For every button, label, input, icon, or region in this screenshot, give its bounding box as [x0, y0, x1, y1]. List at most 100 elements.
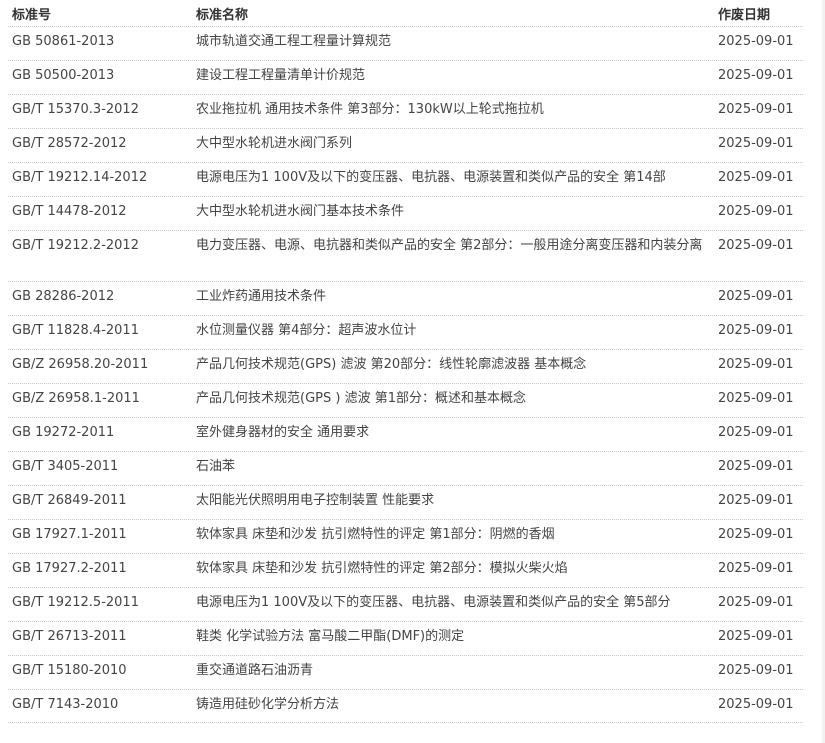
table-row: GB/T 19212.2-2012 电力变压器、电源、电抗器和类似产品的安全 第2… — [8, 230, 803, 281]
standard-name-cell: 重交通道路石油沥青 — [192, 661, 716, 681]
abolish-date: 2025-09-01 — [718, 425, 794, 440]
standard-name-link[interactable]: 铸造用硅砂化学分析方法 — [196, 697, 339, 712]
table-row: GB 50861-2013 城市轨道交通工程工程量计算规范 2025-09-01 — [8, 26, 803, 60]
header-name: 标准名称 — [196, 7, 249, 23]
standard-name-cell: 大中型水轮机进水阀门系列 — [192, 134, 716, 154]
standard-code: GB 19272-2011 — [12, 425, 115, 440]
table-body: GB 50861-2013 城市轨道交通工程工程量计算规范 2025-09-01 GB… — [8, 26, 803, 723]
standard-code: GB/T 19212.14-2012 — [12, 170, 148, 185]
standard-name-link[interactable]: 水位测量仪器 第4部分：超声波水位计 — [196, 323, 416, 338]
standard-name-link[interactable]: 农业拖拉机 通用技术条件 第3部分：130kW以上轮式拖拉机 — [196, 102, 544, 117]
standard-code: GB/T 3405-2011 — [12, 459, 119, 474]
standard-name-cell: 铸造用硅砂化学分析方法 — [192, 695, 716, 715]
table-row: GB/T 15370.3-2012 农业拖拉机 通用技术条件 第3部分：130kW… — [8, 94, 803, 128]
abolish-date: 2025-09-01 — [718, 629, 794, 644]
abolish-date: 2025-09-01 — [718, 459, 794, 474]
standard-name-cell: 软体家具 床垫和沙发 抗引燃特性的评定 第1部分：阴燃的香烟 — [192, 525, 716, 545]
standard-name-cell: 城市轨道交通工程工程量计算规范 — [192, 32, 716, 52]
standard-code: GB 50861-2013 — [12, 34, 115, 49]
abolish-date: 2025-09-01 — [718, 204, 794, 219]
table-row: GB 28286-2012 工业炸药通用技术条件 2025-09-01 — [8, 281, 803, 315]
abolish-date: 2025-09-01 — [718, 697, 794, 712]
standard-name-cell: 产品几何技术规范(GPS ) 滤波 第1部分：概述和基本概念 — [192, 389, 716, 409]
table-row: GB/T 19212.5-2011 电源电压为1 100V及以下的变压器、电抗器、… — [8, 587, 803, 621]
standard-code: GB/T 15370.3-2012 — [12, 102, 139, 117]
standard-code: GB 17927.1-2011 — [12, 527, 127, 542]
standard-code: GB/T 28572-2012 — [12, 136, 127, 151]
abolish-date: 2025-09-01 — [718, 493, 794, 508]
standard-name-cell: 产品几何技术规范(GPS) 滤波 第20部分：线性轮廓滤波器 基本概念 — [192, 355, 716, 375]
table-row: GB/T 14478-2012 大中型水轮机进水阀门基本技术条件 2025-09-0… — [8, 196, 803, 230]
abolish-date: 2025-09-01 — [718, 561, 794, 576]
standard-name-cell: 鞋类 化学试验方法 富马酸二甲酯(DMF)的测定 — [192, 627, 716, 647]
standard-code: GB/T 26713-2011 — [12, 629, 127, 644]
standard-name-link[interactable]: 大中型水轮机进水阀门系列 — [196, 136, 352, 151]
standard-name-link[interactable]: 工业炸药通用技术条件 — [196, 289, 326, 304]
abolish-date: 2025-09-01 — [718, 391, 794, 406]
table-row: GB/T 19212.14-2012 电源电压为1 100V及以下的变压器、电抗器… — [8, 162, 803, 196]
table-row: GB/Z 26958.1-2011 产品几何技术规范(GPS ) 滤波 第1部分：… — [8, 383, 803, 417]
standards-table: 标准号 标准名称 作废日期 GB 50861-2013 城市轨道交通工程工程量计算… — [8, 0, 803, 723]
table-row: GB 50500-2013 建设工程工程量清单计价规范 2025-09-01 — [8, 60, 803, 94]
standard-name-link[interactable]: 电力变压器、电源、电抗器和类似产品的安全 第2部分：一般用途分离变压器和内装分离 — [196, 238, 702, 253]
standard-code: GB/T 19212.2-2012 — [12, 238, 139, 253]
standard-name-link[interactable]: 建设工程工程量清单计价规范 — [196, 68, 365, 83]
standard-name-link[interactable]: 室外健身器材的安全 通用要求 — [196, 425, 369, 440]
standard-name-link[interactable]: 软体家具 床垫和沙发 抗引燃特性的评定 第1部分：阴燃的香烟 — [196, 527, 555, 542]
abolish-date: 2025-09-01 — [718, 289, 794, 304]
standard-name-cell: 电源电压为1 100V及以下的变压器、电抗器、电源装置和类似产品的安全 第5部分 — [192, 593, 716, 613]
table-row: GB/T 26849-2011 太阳能光伏照明用电子控制装置 性能要求 2025-0… — [8, 485, 803, 519]
standard-code: GB/T 7143-2010 — [12, 697, 119, 712]
standard-code: GB/T 11828.4-2011 — [12, 323, 139, 338]
standard-code: GB 17927.2-2011 — [12, 561, 127, 576]
header-code: 标准号 — [12, 7, 52, 23]
abolish-date: 2025-09-01 — [718, 238, 794, 253]
table-row: GB 19272-2011 室外健身器材的安全 通用要求 2025-09-01 — [8, 417, 803, 451]
standard-name-link[interactable]: 大中型水轮机进水阀门基本技术条件 — [196, 204, 404, 219]
table-row: GB/T 26713-2011 鞋类 化学试验方法 富马酸二甲酯(DMF)的测定 2… — [8, 621, 803, 655]
standard-code: GB 50500-2013 — [12, 68, 115, 83]
standard-name-cell: 电力变压器、电源、电抗器和类似产品的安全 第2部分：一般用途分离变压器和内装分离 — [192, 236, 716, 256]
standard-name-link[interactable]: 软体家具 床垫和沙发 抗引燃特性的评定 第2部分：模拟火柴火焰 — [196, 561, 568, 576]
standard-name-link[interactable]: 鞋类 化学试验方法 富马酸二甲酯(DMF)的测定 — [196, 629, 464, 644]
header-date: 作废日期 — [718, 7, 771, 23]
abolish-date: 2025-09-01 — [718, 34, 794, 49]
standard-code: GB/T 15180-2010 — [12, 663, 127, 678]
standard-name-cell: 工业炸药通用技术条件 — [192, 287, 716, 307]
standard-name-link[interactable]: 电源电压为1 100V及以下的变压器、电抗器、电源装置和类似产品的安全 第14部 — [196, 170, 666, 185]
standard-name-cell: 室外健身器材的安全 通用要求 — [192, 423, 716, 443]
standard-name-link[interactable]: 石油苯 — [196, 459, 235, 474]
standard-name-link[interactable]: 重交通道路石油沥青 — [196, 663, 313, 678]
standard-name-link[interactable]: 产品几何技术规范(GPS) 滤波 第20部分：线性轮廓滤波器 基本概念 — [196, 357, 586, 372]
table-row: GB/T 15180-2010 重交通道路石油沥青 2025-09-01 — [8, 655, 803, 689]
standard-name-cell: 太阳能光伏照明用电子控制装置 性能要求 — [192, 491, 716, 511]
abolish-date: 2025-09-01 — [718, 170, 794, 185]
standard-name-cell: 农业拖拉机 通用技术条件 第3部分：130kW以上轮式拖拉机 — [192, 100, 716, 120]
abolish-date: 2025-09-01 — [718, 357, 794, 372]
standard-name-link[interactable]: 产品几何技术规范(GPS ) 滤波 第1部分：概述和基本概念 — [196, 391, 526, 406]
standard-name-link[interactable]: 太阳能光伏照明用电子控制装置 性能要求 — [196, 493, 434, 508]
table-row: GB/T 28572-2012 大中型水轮机进水阀门系列 2025-09-01 — [8, 128, 803, 162]
standard-name-cell: 电源电压为1 100V及以下的变压器、电抗器、电源装置和类似产品的安全 第14部 — [192, 168, 716, 188]
standard-code: GB/T 14478-2012 — [12, 204, 127, 219]
standard-name-cell: 大中型水轮机进水阀门基本技术条件 — [192, 202, 716, 222]
table-row: GB/Z 26958.20-2011 产品几何技术规范(GPS) 滤波 第20部分… — [8, 349, 803, 383]
table-row: GB 17927.2-2011 软体家具 床垫和沙发 抗引燃特性的评定 第2部分：… — [8, 553, 803, 587]
standard-code: GB/Z 26958.1-2011 — [12, 391, 140, 406]
table-row: GB/T 3405-2011 石油苯 2025-09-01 — [8, 451, 803, 485]
standard-code: GB/Z 26958.20-2011 — [12, 357, 149, 372]
standard-name-link[interactable]: 电源电压为1 100V及以下的变压器、电抗器、电源装置和类似产品的安全 第5部分 — [196, 595, 671, 610]
table-row: GB 17927.1-2011 软体家具 床垫和沙发 抗引燃特性的评定 第1部分：… — [8, 519, 803, 553]
standard-name-link[interactable]: 城市轨道交通工程工程量计算规范 — [196, 34, 391, 49]
table-row: GB/T 11828.4-2011 水位测量仪器 第4部分：超声波水位计 2025-… — [8, 315, 803, 349]
abolish-date: 2025-09-01 — [718, 136, 794, 151]
abolish-date: 2025-09-01 — [718, 595, 794, 610]
table-header: 标准号 标准名称 作废日期 — [8, 0, 803, 26]
standard-name-cell: 软体家具 床垫和沙发 抗引燃特性的评定 第2部分：模拟火柴火焰 — [192, 559, 716, 579]
standard-code: GB/T 19212.5-2011 — [12, 595, 139, 610]
abolish-date: 2025-09-01 — [718, 68, 794, 83]
standard-code: GB/T 26849-2011 — [12, 493, 127, 508]
standard-name-cell: 建设工程工程量清单计价规范 — [192, 66, 716, 86]
abolish-date: 2025-09-01 — [718, 323, 794, 338]
standard-name-cell: 水位测量仪器 第4部分：超声波水位计 — [192, 321, 716, 341]
